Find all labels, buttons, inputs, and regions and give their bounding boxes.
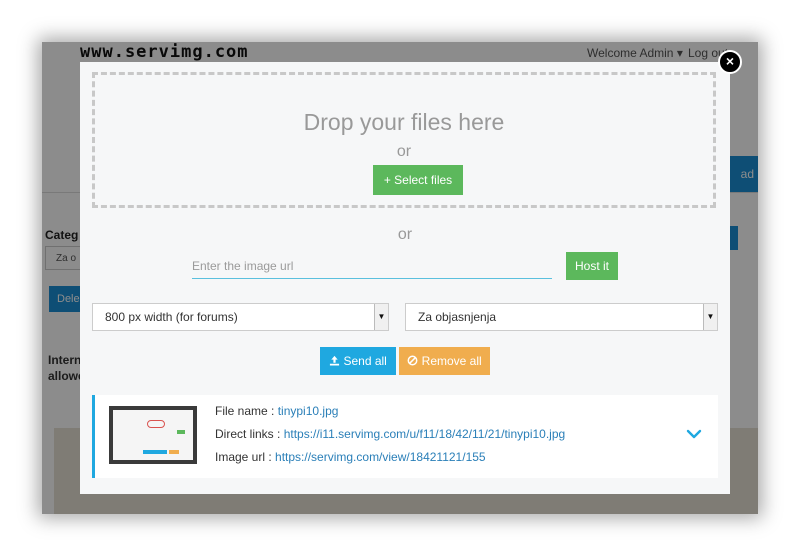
size-select-value: 800 px width (for forums) xyxy=(105,310,238,324)
ban-icon xyxy=(407,355,418,366)
remove-all-label: Remove all xyxy=(421,354,482,368)
dropdown-arrow-icon[interactable]: ▼ xyxy=(374,304,388,330)
image-url-label: Image url : xyxy=(215,450,276,464)
file-name-link[interactable]: tinypi10.jpg xyxy=(278,404,339,418)
dropdown-arrow-icon[interactable]: ▼ xyxy=(703,304,717,330)
image-url-row: Image url : https://servimg.com/view/184… xyxy=(215,450,486,464)
thumbnail-mark xyxy=(147,420,165,428)
drop-title: Drop your files here xyxy=(303,109,505,135)
file-name-label: File name : xyxy=(215,404,278,418)
host-it-button[interactable]: Host it xyxy=(566,252,618,280)
upload-icon xyxy=(330,355,340,366)
thumbnail-mark xyxy=(143,450,167,454)
send-all-button[interactable]: Send all xyxy=(320,347,396,375)
thumbnail-preview xyxy=(113,410,193,460)
direct-links-row: Direct links : https://i11.servimg.com/u… xyxy=(215,427,565,441)
image-url-link[interactable]: https://servimg.com/view/18421121/155 xyxy=(275,450,486,464)
direct-link[interactable]: https://i11.servimg.com/u/f11/18/42/11/2… xyxy=(284,427,566,441)
select-files-button[interactable]: + Select files xyxy=(373,165,463,195)
send-all-label: Send all xyxy=(343,354,387,368)
close-icon[interactable]: × xyxy=(718,50,742,74)
category-select-value: Za objasnjenja xyxy=(418,310,497,324)
browser-frame: www.servimg.com Welcome Admin ▾ Log out … xyxy=(42,42,758,514)
drop-or-text: or xyxy=(396,143,412,160)
remove-all-button[interactable]: Remove all xyxy=(399,347,490,375)
file-thumbnail[interactable] xyxy=(109,406,197,464)
thumbnail-mark xyxy=(169,450,179,454)
image-url-input[interactable] xyxy=(192,254,552,279)
size-select[interactable]: 800 px width (for forums) ▼ xyxy=(92,303,389,331)
drop-zone[interactable]: Drop your files here or + Select files xyxy=(92,72,716,208)
uploaded-file-card: File name : tinypi10.jpg Direct links : … xyxy=(92,395,718,478)
category-select[interactable]: Za objasnjenja ▼ xyxy=(405,303,718,331)
or-separator: or xyxy=(397,226,413,243)
upload-modal: Drop your files here or + Select files o… xyxy=(80,62,730,494)
file-name-row: File name : tinypi10.jpg xyxy=(215,404,338,418)
direct-links-label: Direct links : xyxy=(215,427,284,441)
thumbnail-mark xyxy=(177,430,185,434)
chevron-down-icon[interactable] xyxy=(685,425,703,443)
